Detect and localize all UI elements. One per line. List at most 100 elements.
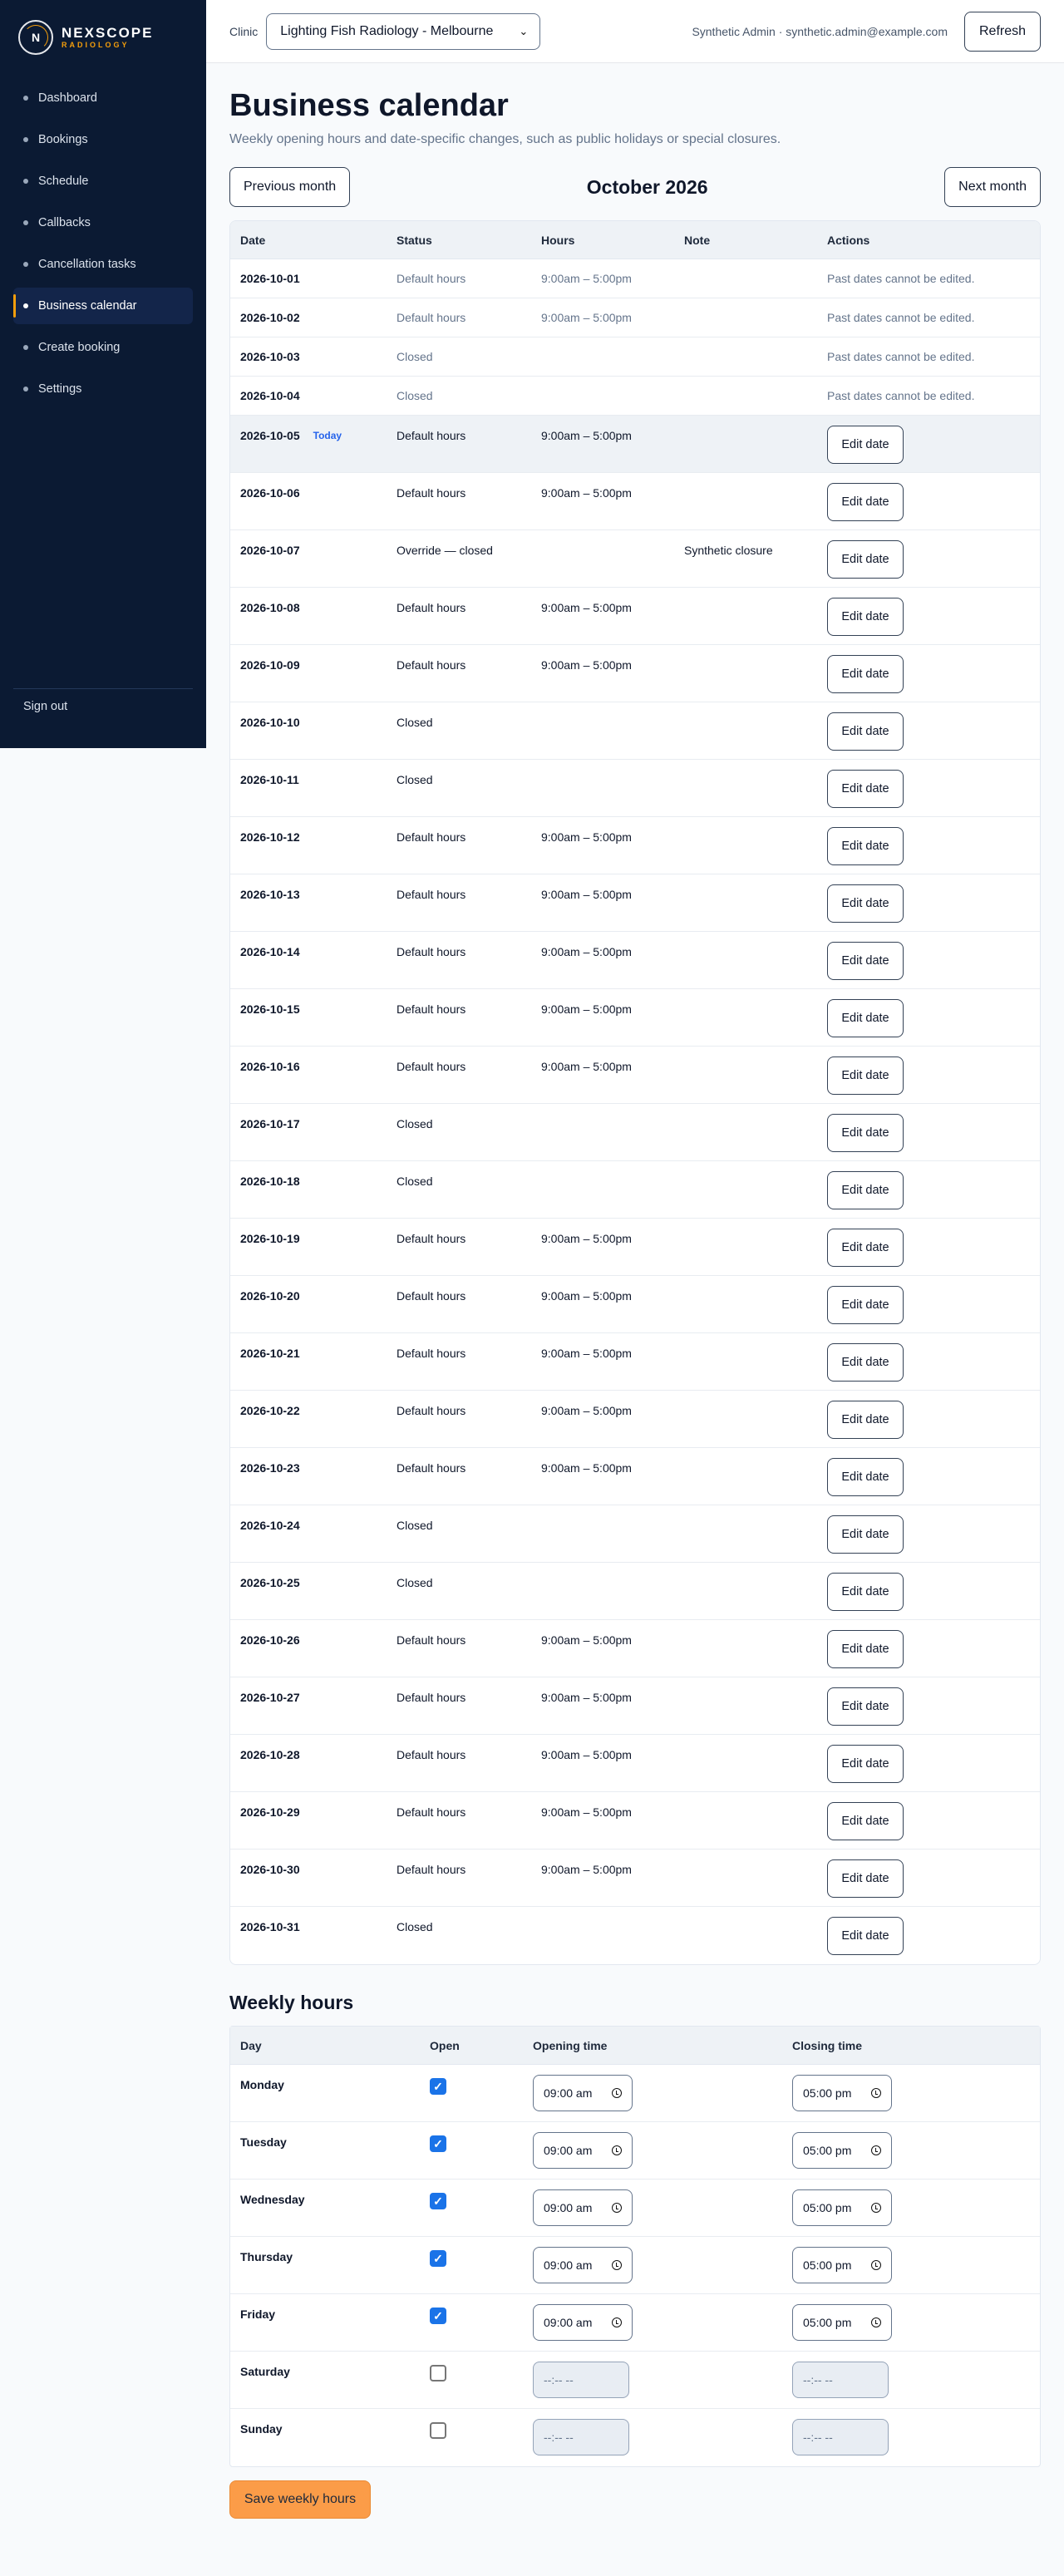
open-checkbox[interactable] — [430, 2365, 446, 2381]
opening-time-input[interactable]: --:-- -- — [533, 2419, 629, 2455]
edit-date-button[interactable]: Edit date — [827, 999, 904, 1037]
edit-date-button[interactable]: Edit date — [827, 483, 904, 521]
edit-date-button[interactable]: Edit date — [827, 1114, 904, 1152]
sidebar-item-create-booking[interactable]: Create booking — [13, 329, 193, 366]
actions-cell: Edit date — [827, 817, 1040, 865]
closing-time-input[interactable]: 05:00 pm — [792, 2304, 892, 2341]
sign-out-link[interactable]: Sign out — [23, 700, 67, 713]
open-checkbox[interactable] — [430, 2422, 446, 2439]
sidebar-item-dashboard[interactable]: Dashboard — [13, 80, 193, 116]
open-checkbox[interactable]: ✓ — [430, 2193, 446, 2209]
closing-time-input[interactable]: 05:00 pm — [792, 2247, 892, 2283]
sidebar-item-cancellation-tasks[interactable]: Cancellation tasks — [13, 246, 193, 283]
date-value: 2026-10-18 — [240, 1175, 300, 1188]
clinic-select[interactable]: Lighting Fish Radiology - Melbourne ⌄ — [266, 12, 541, 50]
date-cell: 2026-10-08 — [230, 588, 397, 614]
table-row: 2026-10-09 Default hours 9:00am – 5:00pm Ed… — [230, 645, 1040, 702]
note-cell — [684, 760, 827, 773]
weekly-hours-header: Day Open Opening time Closing time — [230, 2027, 1040, 2065]
edit-date-button[interactable]: Edit date — [827, 1802, 904, 1840]
table-row: 2026-10-19 Default hours 9:00am – 5:00pm Ed… — [230, 1219, 1040, 1276]
closing-time-input[interactable]: --:-- -- — [792, 2419, 889, 2455]
closing-time-input[interactable]: 05:00 pm — [792, 2132, 892, 2169]
edit-date-button[interactable]: Edit date — [827, 1917, 904, 1955]
table-row: 2026-10-04 Closed Past dates cannot be edi… — [230, 377, 1040, 416]
next-month-button[interactable]: Next month — [944, 167, 1041, 207]
actions-cell: Past dates cannot be edited. — [827, 272, 1040, 285]
opening-time-input[interactable]: 09:00 am — [533, 2189, 633, 2226]
edit-date-button[interactable]: Edit date — [827, 1286, 904, 1324]
edit-date-button[interactable]: Edit date — [827, 1458, 904, 1496]
sidebar-item-schedule[interactable]: Schedule — [13, 163, 193, 199]
edit-date-button[interactable]: Edit date — [827, 1057, 904, 1095]
clock-icon — [871, 2203, 881, 2213]
sidebar-item-settings[interactable]: Settings — [13, 371, 193, 407]
previous-month-button[interactable]: Previous month — [229, 167, 351, 207]
edit-date-button[interactable]: Edit date — [827, 884, 904, 923]
edit-date-button[interactable]: Edit date — [827, 1573, 904, 1611]
opening-time-input[interactable]: --:-- -- — [533, 2362, 629, 2398]
open-checkbox[interactable]: ✓ — [430, 2078, 446, 2095]
edit-date-button[interactable]: Edit date — [827, 712, 904, 751]
edit-date-button[interactable]: Edit date — [827, 1859, 904, 1898]
closing-time-input[interactable]: 05:00 pm — [792, 2075, 892, 2111]
hours-cell — [541, 1907, 684, 1920]
refresh-button[interactable]: Refresh — [964, 11, 1041, 52]
opening-time-input[interactable]: 09:00 am — [533, 2247, 633, 2283]
edit-date-button[interactable]: Edit date — [827, 1171, 904, 1209]
status-cell: Default hours — [397, 1289, 466, 1303]
edit-date-button[interactable]: Edit date — [827, 426, 904, 464]
note-cell — [684, 874, 827, 888]
closing-time-input[interactable]: --:-- -- — [792, 2362, 889, 2398]
closing-time-cell: 05:00 pm — [792, 2294, 1040, 2341]
open-checkbox[interactable]: ✓ — [430, 2250, 446, 2267]
column-header-hours: Hours — [541, 233, 575, 247]
edit-date-button[interactable]: Edit date — [827, 655, 904, 693]
save-weekly-hours-button[interactable]: Save weekly hours — [229, 2480, 371, 2519]
open-checkbox[interactable]: ✓ — [430, 2135, 446, 2152]
edit-date-button[interactable]: Edit date — [827, 770, 904, 808]
edit-date-button[interactable]: Edit date — [827, 1687, 904, 1726]
sidebar-item-bookings[interactable]: Bookings — [13, 121, 193, 158]
today-badge: Today — [313, 430, 342, 441]
sidebar-item-callbacks[interactable]: Callbacks — [13, 204, 193, 241]
opening-time-input[interactable]: 09:00 am — [533, 2075, 633, 2111]
edit-date-button[interactable]: Edit date — [827, 598, 904, 636]
day-label: Thursday — [240, 2250, 293, 2263]
date-cell: 2026-10-29 — [230, 1792, 397, 1819]
note-cell — [684, 1735, 827, 1748]
clock-icon — [871, 2260, 881, 2270]
table-row: 2026-10-14 Default hours 9:00am – 5:00pm Ed… — [230, 932, 1040, 989]
table-row: 2026-10-02 Default hours 9:00am – 5:00pm Pa… — [230, 298, 1040, 337]
main-content: Business calendar Weekly opening hours a… — [229, 63, 1041, 2519]
date-cell: 2026-10-27 — [230, 1677, 397, 1704]
page-title: Business calendar — [229, 88, 509, 123]
closing-time-cell: 05:00 pm — [792, 2237, 1040, 2283]
edit-date-button[interactable]: Edit date — [827, 1630, 904, 1668]
edit-date-button[interactable]: Edit date — [827, 1515, 904, 1554]
edit-date-button[interactable]: Edit date — [827, 1745, 904, 1783]
opening-time-input[interactable]: 09:00 am — [533, 2304, 633, 2341]
table-row: 2026-10-16 Default hours 9:00am – 5:00pm Ed… — [230, 1047, 1040, 1104]
clock-icon — [612, 2260, 622, 2270]
edit-date-button[interactable]: Edit date — [827, 827, 904, 865]
status-cell: Default hours — [397, 486, 466, 500]
open-checkbox[interactable]: ✓ — [430, 2308, 446, 2324]
opening-time-input[interactable]: 09:00 am — [533, 2132, 633, 2169]
edit-date-button[interactable]: Edit date — [827, 1343, 904, 1382]
note-cell — [684, 416, 827, 429]
table-row: 2026-10-26 Default hours 9:00am – 5:00pm Ed… — [230, 1620, 1040, 1677]
actions-cell: Edit date — [827, 473, 1040, 521]
hours-cell: 9:00am – 5:00pm — [541, 830, 632, 844]
sidebar-item-business-calendar[interactable]: Business calendar — [13, 288, 193, 324]
day-label: Wednesday — [240, 2193, 305, 2206]
edit-date-button[interactable]: Edit date — [827, 1401, 904, 1439]
edit-date-button[interactable]: Edit date — [827, 540, 904, 579]
closing-time-input[interactable]: 05:00 pm — [792, 2189, 892, 2226]
edit-date-button[interactable]: Edit date — [827, 942, 904, 980]
sidebar-item-label: Business calendar — [38, 299, 137, 313]
edit-date-button[interactable]: Edit date — [827, 1229, 904, 1267]
day-label: Monday — [240, 2078, 284, 2091]
hours-cell: 9:00am – 5:00pm — [541, 1404, 632, 1417]
bullet-icon — [23, 303, 28, 308]
